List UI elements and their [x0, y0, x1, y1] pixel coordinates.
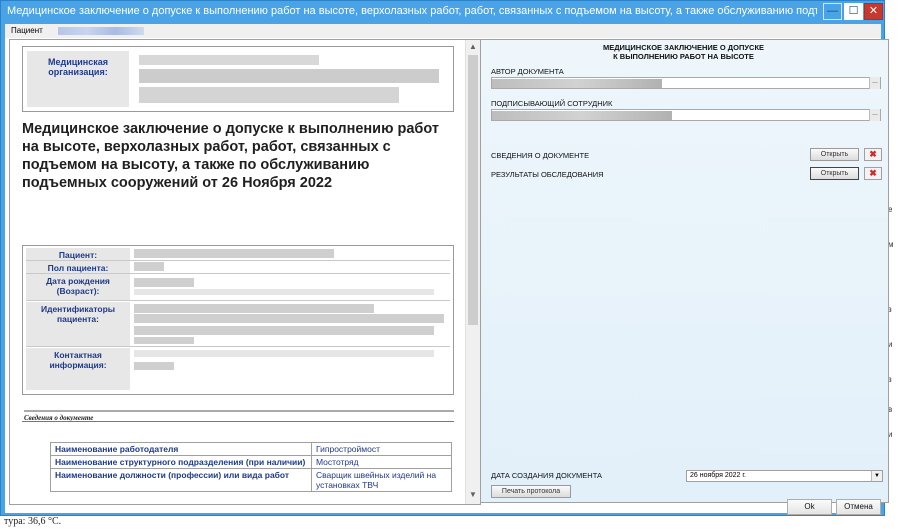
author-browse-button[interactable]: ... — [869, 77, 880, 89]
scroll-up-icon[interactable]: ▲ — [468, 42, 478, 52]
redacted-value — [134, 348, 450, 390]
redacted-signer — [492, 111, 672, 120]
dialog-window: Медицинское заключение о допуске к выпол… — [0, 0, 889, 516]
birth-label: Дата рождения (Возраст): — [26, 274, 130, 300]
position-value: Сварщик швейных изделий на установках ТВ… — [311, 468, 452, 492]
background-text: тура: 36,6 °C. — [4, 516, 62, 527]
organization-table: Медицинская организация: — [22, 46, 454, 112]
close-button[interactable]: ✕ — [864, 3, 883, 20]
results-label: РЕЗУЛЬТАТЫ ОБСЛЕДОВАНИЯ — [491, 170, 604, 179]
redacted-org — [139, 55, 319, 65]
author-label: АВТОР ДОКУМЕНТА — [491, 67, 564, 76]
author-field[interactable]: ... — [491, 77, 881, 89]
sex-row: Пол пациента: — [26, 261, 450, 274]
results-open-button[interactable]: Открыть — [810, 167, 859, 180]
redacted-value — [134, 248, 450, 260]
vertical-scrollbar[interactable]: ▲ ▼ — [465, 40, 480, 504]
doc-info-delete-icon[interactable]: ✖ — [864, 148, 882, 161]
signer-field[interactable]: ... — [491, 109, 881, 121]
birth-row: Дата рождения (Возраст): — [26, 274, 450, 301]
redacted-value — [134, 302, 450, 346]
doc-info-label: СВЕДЕНИЯ О ДОКУМЕНТЕ — [491, 151, 590, 160]
menu-patient-label[interactable]: Пациент — [11, 26, 43, 35]
contact-row: Контактная информация: — [26, 348, 450, 390]
division-key: Наименование структурного подразделения … — [50, 455, 312, 469]
document-info-table: Наименование работодателя Гипростроймост… — [50, 442, 452, 492]
employer-value: Гипростроймост — [311, 442, 452, 456]
title-bar[interactable]: Медицинское заключение о допуске к выпол… — [1, 1, 884, 23]
window-title: Медицинское заключение о допуске к выпол… — [7, 5, 817, 17]
panel-header-line1: МЕДИЦИНСКОЕ ЗАКЛЮЧЕНИЕ О ДОПУСКЕ — [602, 43, 765, 52]
sex-label: Пол пациента: — [26, 261, 130, 273]
scroll-thumb[interactable] — [468, 55, 478, 325]
print-protocol-button[interactable]: Печать протокола — [491, 485, 571, 498]
redacted-patient-name — [58, 27, 144, 35]
patient-row: Пациент: — [26, 248, 450, 261]
doc-info-open-button[interactable]: Открыть — [810, 148, 859, 161]
ids-label: Идентификаторы пациента: — [26, 302, 130, 346]
minimize-button[interactable]: — — [823, 3, 842, 20]
panel-header: МЕДИЦИНСКОЕ ЗАКЛЮЧЕНИЕ О ДОПУСКЕ К ВЫПОЛ… — [481, 43, 886, 61]
signer-browse-button[interactable]: ... — [869, 109, 880, 121]
menu-bar: Пациент — [5, 24, 881, 38]
employer-key: Наименование работодателя — [50, 442, 312, 456]
scroll-down-icon[interactable]: ▼ — [468, 490, 478, 500]
document-content: Медицинская организация: Медицинское зак… — [10, 40, 465, 504]
ids-row: Идентификаторы пациента: — [26, 302, 450, 347]
patient-label: Пациент: — [26, 248, 130, 260]
properties-panel: МЕДИЦИНСКОЕ ЗАКЛЮЧЕНИЕ О ДОПУСКЕ К ВЫПОЛ… — [480, 39, 889, 503]
document-title: Медицинское заключение о допуске к выпол… — [22, 121, 439, 191]
date-value: 26 ноября 2022 г. — [690, 472, 746, 479]
division-value: Мостотряд — [311, 455, 452, 469]
table-row: Наименование должности (профессии) или в… — [50, 468, 452, 492]
dropdown-arrow-icon[interactable]: ▼ — [871, 471, 882, 481]
dialog-client: Пациент Медицинская организация: Медицин… — [5, 24, 889, 513]
table-row: Наименование структурного подразделения … — [50, 455, 452, 469]
redacted-value — [134, 261, 450, 273]
position-key: Наименование должности (профессии) или в… — [50, 468, 312, 492]
cancel-button[interactable]: Отмена — [836, 499, 881, 515]
maximize-button[interactable]: ☐ — [844, 3, 863, 20]
redacted-value — [134, 274, 450, 300]
panel-header-line2: К ВЫПОЛНЕНИЮ РАБОТ НА ВЫСОТЕ — [613, 52, 754, 61]
results-delete-icon[interactable]: ✖ — [864, 167, 882, 180]
table-row: Наименование работодателя Гипростроймост — [50, 442, 452, 456]
patient-table: Пациент: Пол пациента: Дата рождения (Во… — [22, 245, 454, 395]
document-preview: Медицинская организация: Медицинское зак… — [9, 39, 481, 505]
redacted-org — [139, 87, 399, 103]
org-label: Медицинская организация: — [27, 51, 129, 107]
ok-button[interactable]: Ok — [787, 499, 832, 515]
redacted-org — [139, 69, 439, 83]
signer-label: ПОДПИСЫВАЮЩИЙ СОТРУДНИК — [491, 99, 613, 108]
section-divider — [22, 421, 454, 422]
date-label: ДАТА СОЗДАНИЯ ДОКУМЕНТА — [491, 471, 603, 480]
contact-label: Контактная информация: — [26, 348, 130, 390]
redacted-author — [492, 79, 662, 88]
date-picker[interactable]: 26 ноября 2022 г. ▼ — [686, 470, 883, 482]
